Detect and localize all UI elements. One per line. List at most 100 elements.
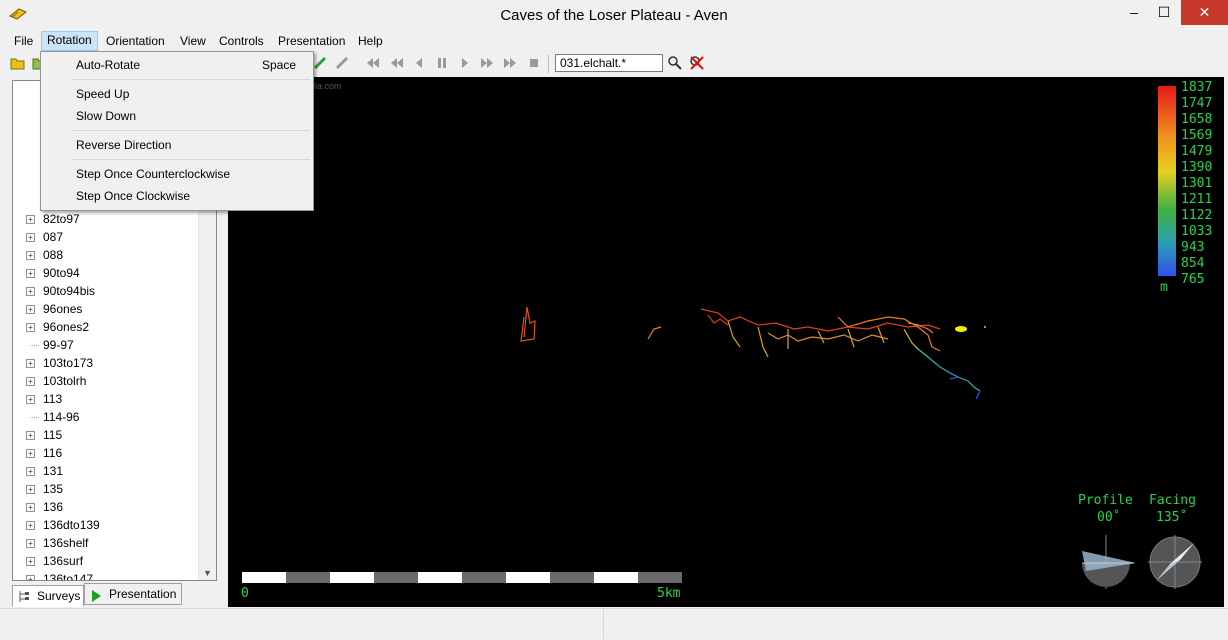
rotate-icon[interactable]: [312, 55, 328, 71]
step-forward-icon[interactable]: [479, 55, 495, 71]
tree-item[interactable]: +135: [26, 480, 63, 498]
tree-item[interactable]: 99-97: [30, 336, 74, 354]
expand-icon[interactable]: +: [26, 485, 35, 494]
menu-separator: [72, 159, 310, 160]
tree-item-label: 96ones2: [43, 320, 90, 334]
hide-found-icon[interactable]: [689, 55, 705, 71]
toolbar-separator: [548, 55, 549, 73]
elevation-indicator[interactable]: [1078, 533, 1138, 593]
menu-item-auto-rotate-label: Auto-Rotate: [76, 58, 141, 72]
expand-icon[interactable]: +: [26, 539, 35, 548]
tree-item[interactable]: +82to97: [26, 210, 80, 228]
expand-icon[interactable]: +: [26, 575, 35, 580]
menu-rotation[interactable]: Rotation: [41, 31, 98, 51]
expand-icon[interactable]: +: [26, 377, 35, 386]
survey-leg: [917, 348, 981, 392]
expand-icon[interactable]: +: [26, 323, 35, 332]
tree-item-label: 99-97: [43, 338, 74, 352]
menu-item-reverse-direction[interactable]: Reverse Direction: [42, 135, 312, 155]
tree-item[interactable]: 114-96: [30, 408, 79, 426]
menu-bar: File Rotation Orientation View Controls …: [0, 31, 1228, 51]
expand-icon[interactable]: +: [26, 269, 35, 278]
tree-item[interactable]: +131: [26, 462, 63, 480]
stop-rotate-icon[interactable]: [334, 55, 350, 71]
expand-icon[interactable]: +: [26, 287, 35, 296]
expand-icon[interactable]: +: [26, 215, 35, 224]
tree-item[interactable]: +087: [26, 228, 63, 246]
tree-item[interactable]: +96ones: [26, 300, 83, 318]
tree-item[interactable]: +103tolrh: [26, 372, 86, 390]
menu-help[interactable]: Help: [353, 32, 388, 50]
close-button[interactable]: ✕: [1181, 0, 1228, 25]
expand-icon[interactable]: +: [26, 521, 35, 530]
tree-item[interactable]: +113: [26, 390, 62, 408]
menu-item-reverse-direction-label: Reverse Direction: [76, 138, 172, 152]
rewind-fast-icon[interactable]: [365, 55, 381, 71]
menu-item-step-cw[interactable]: Step Once Clockwise: [42, 186, 312, 206]
expand-icon[interactable]: +: [26, 467, 35, 476]
tree-item[interactable]: +96ones2: [26, 318, 90, 336]
menu-item-slow-down[interactable]: Slow Down: [42, 106, 312, 126]
pause-icon[interactable]: [434, 55, 450, 71]
tree-item-label: 136shelf: [43, 536, 89, 550]
rewind-icon[interactable]: [389, 55, 405, 71]
expand-icon[interactable]: +: [26, 503, 35, 512]
tab-presentation[interactable]: Presentation: [84, 583, 182, 605]
expand-icon[interactable]: +: [26, 449, 35, 458]
expand-icon[interactable]: +: [26, 305, 35, 314]
maximize-button[interactable]: ☐: [1150, 0, 1178, 25]
compass-indicator[interactable]: [1146, 533, 1206, 593]
tree-item[interactable]: +115: [26, 426, 63, 444]
window-title: Caves of the Loser Plateau - Aven: [500, 7, 728, 24]
menu-item-speed-up[interactable]: Speed Up: [42, 84, 312, 104]
tree-item[interactable]: +116: [26, 444, 62, 462]
step-back-icon[interactable]: [411, 55, 427, 71]
tree-item[interactable]: +103to173: [26, 354, 93, 372]
expand-icon[interactable]: +: [26, 431, 35, 440]
expand-icon[interactable]: +: [26, 557, 35, 566]
menu-view[interactable]: View: [175, 32, 211, 50]
expand-icon[interactable]: +: [26, 395, 35, 404]
tree-item[interactable]: +136to147: [26, 570, 93, 580]
profile-value: 00˚: [1097, 510, 1121, 525]
scale-bar-segment: [462, 572, 506, 583]
fast-forward-icon[interactable]: [502, 55, 518, 71]
menu-item-step-ccw-label: Step Once Counterclockwise: [76, 167, 231, 181]
tree-item[interactable]: +136shelf: [26, 534, 89, 552]
tab-surveys[interactable]: Surveys: [12, 585, 84, 607]
minimize-button[interactable]: –: [1120, 0, 1148, 25]
tree-item[interactable]: +90to94bis: [26, 282, 95, 300]
menu-controls[interactable]: Controls: [214, 32, 269, 50]
play-icon[interactable]: [457, 55, 473, 71]
menu-separator: [72, 79, 310, 80]
cave-3d-viewport[interactable]: www.softpedia.com 1837174716581569147913…: [228, 77, 1224, 607]
expand-icon[interactable]: +: [26, 233, 35, 242]
menu-item-auto-rotate[interactable]: Auto-Rotate Space: [42, 55, 312, 75]
expand-icon[interactable]: +: [26, 359, 35, 368]
tree-item-label: 136dto139: [43, 518, 100, 532]
menu-file[interactable]: File: [9, 32, 38, 50]
tree-item-label: 115: [43, 428, 63, 442]
open-icon[interactable]: [10, 55, 26, 71]
scale-end-label: 5km: [657, 586, 681, 601]
tree-item-label: 96ones: [43, 302, 83, 316]
scroll-down-icon[interactable]: ▼: [203, 568, 212, 578]
tree-item[interactable]: +90to94: [26, 264, 80, 282]
survey-leg: [647, 326, 662, 340]
menu-presentation[interactable]: Presentation: [273, 32, 350, 50]
expand-icon[interactable]: +: [26, 251, 35, 260]
menu-orientation[interactable]: Orientation: [101, 32, 170, 50]
tree-item[interactable]: +136dto139: [26, 516, 100, 534]
menu-item-step-ccw[interactable]: Step Once Counterclockwise: [42, 164, 312, 184]
tree-item-label: 82to97: [43, 212, 80, 226]
play-green-icon: [91, 588, 102, 608]
find-icon[interactable]: [667, 55, 683, 71]
tree-item[interactable]: +088: [26, 246, 63, 264]
tree-item-label: 136surf: [43, 554, 84, 568]
search-input[interactable]: [555, 54, 663, 72]
scale-bar-segment: [638, 572, 682, 583]
stop-icon[interactable]: [526, 55, 542, 71]
tree-item[interactable]: +136: [26, 498, 63, 516]
tree-item[interactable]: +136surf: [26, 552, 84, 570]
survey-leg: [700, 308, 941, 332]
